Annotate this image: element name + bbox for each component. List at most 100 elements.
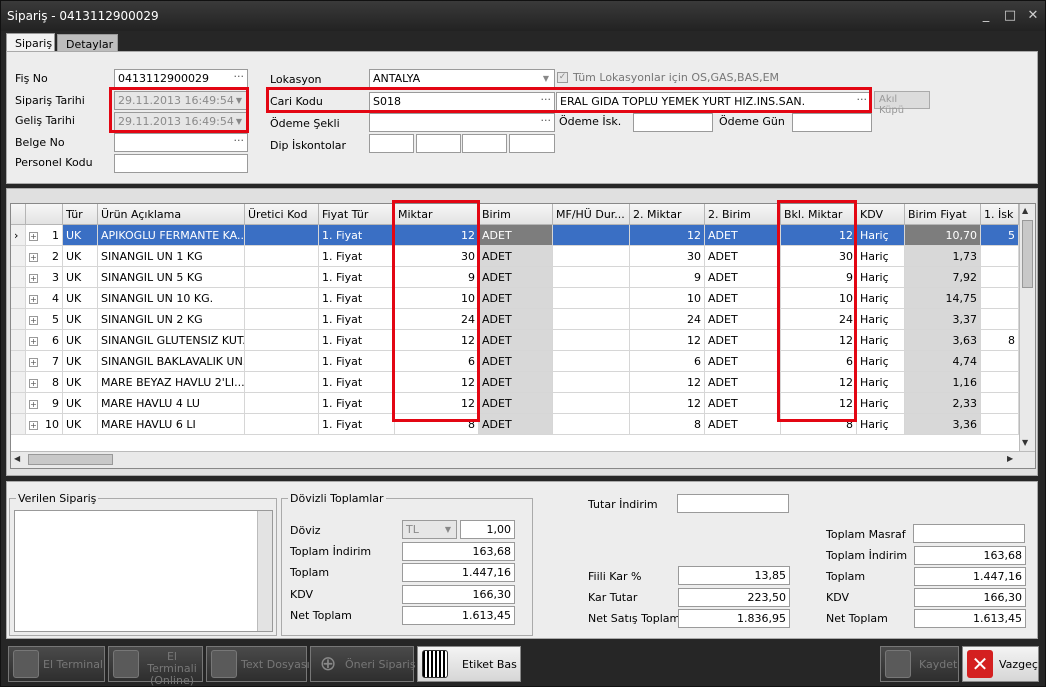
cell-urun[interactable]: SINANGIL GLUTENSIZ KUT... [98, 330, 245, 351]
cell-birim2[interactable]: ADET [705, 351, 781, 372]
row-indicator[interactable] [11, 288, 26, 309]
cell-miktar[interactable]: 12 [395, 225, 479, 246]
cell-mf[interactable] [553, 414, 630, 435]
expand-icon[interactable]: + [29, 358, 38, 367]
fis-no-field[interactable]: 0413112900029 ··· [114, 69, 248, 88]
scroll-thumb-h[interactable] [28, 454, 113, 465]
memo-scrollbar[interactable] [257, 511, 272, 631]
cell-fiyat_tur[interactable]: 1. Fiyat [319, 414, 395, 435]
cell-isk[interactable]: 8 [981, 330, 1019, 351]
cell-bkl[interactable]: 12 [781, 372, 857, 393]
el-terminali-online-button[interactable]: El Terminali (Online) [108, 646, 203, 687]
cell-birim2[interactable]: ADET [705, 330, 781, 351]
scroll-left-icon[interactable]: ◀ [14, 454, 20, 463]
cell-kdv[interactable]: Hariç [857, 246, 905, 267]
cell-miktar[interactable]: 12 [395, 393, 479, 414]
cell-tur[interactable]: UK [63, 246, 98, 267]
cell-birim2[interactable]: ADET [705, 288, 781, 309]
row-indicator[interactable] [11, 393, 26, 414]
dip-isk-4[interactable] [509, 134, 555, 153]
cell-kdv[interactable]: Hariç [857, 372, 905, 393]
col-header[interactable]: 1. İsk [981, 204, 1019, 225]
table-row[interactable]: › +1 UK APIKOGLU FERMANTE KA... 1. Fiyat 12 AD… [11, 225, 1019, 246]
row-number[interactable]: +5 [26, 309, 63, 330]
cell-birim2[interactable]: ADET [705, 225, 781, 246]
cell-uretici[interactable] [245, 225, 319, 246]
siparis-tarihi-field[interactable]: 29.11.2013 16:49:54 ▼ [114, 91, 248, 110]
cell-birim[interactable]: ADET [479, 393, 553, 414]
expand-icon[interactable]: + [29, 337, 38, 346]
cell-miktar2[interactable]: 12 [630, 225, 705, 246]
cell-fiyat[interactable]: 1,16 [905, 372, 981, 393]
cell-bkl[interactable]: 9 [781, 267, 857, 288]
cell-urun[interactable]: MARE BEYAZ HAVLU 2'LI.... [98, 372, 245, 393]
cell-isk[interactable] [981, 246, 1019, 267]
cell-birim2[interactable]: ADET [705, 372, 781, 393]
cell-miktar[interactable]: 8 [395, 414, 479, 435]
cell-kdv[interactable]: Hariç [857, 309, 905, 330]
table-row[interactable]: +10 UK MARE HAVLU 6 LI 1. Fiyat 8 ADET 8 ADET 8 H… [11, 414, 1019, 435]
cell-tur[interactable]: UK [63, 414, 98, 435]
table-row[interactable]: +3 UK SINANGIL UN 5 KG 1. Fiyat 9 ADET 9 ADET 9 H… [11, 267, 1019, 288]
expand-icon[interactable]: + [29, 316, 38, 325]
cell-kdv[interactable]: Hariç [857, 351, 905, 372]
table-row[interactable]: +2 UK SINANGIL UN 1 KG 1. Fiyat 30 ADET 30 ADET… [11, 246, 1019, 267]
vazgec-button[interactable]: ✕ Vazgeç [962, 646, 1039, 682]
cell-bkl[interactable]: 8 [781, 414, 857, 435]
chevron-down-icon[interactable]: ▼ [232, 114, 246, 129]
expand-icon[interactable]: + [29, 421, 38, 430]
cell-mf[interactable] [553, 393, 630, 414]
table-row[interactable]: +4 UK SINANGIL UN 10 KG. 1. Fiyat 10 ADET 10 AD… [11, 288, 1019, 309]
lookup-dots-icon[interactable]: ··· [857, 93, 868, 106]
row-number[interactable]: +1 [26, 225, 63, 246]
cell-urun[interactable]: SINANGIL UN 2 KG [98, 309, 245, 330]
cell-miktar2[interactable]: 24 [630, 309, 705, 330]
col-header[interactable]: 2. Birim [705, 204, 781, 225]
odeme-sekli-field[interactable]: ··· [369, 113, 555, 132]
chevron-down-icon[interactable]: ▼ [441, 522, 455, 537]
row-indicator[interactable] [11, 309, 26, 330]
col-header[interactable]: Fiyat Tür [319, 204, 395, 225]
cell-tur[interactable]: UK [63, 309, 98, 330]
cell-birim[interactable]: ADET [479, 288, 553, 309]
cell-isk[interactable]: 5 [981, 225, 1019, 246]
cell-uretici[interactable] [245, 414, 319, 435]
row-indicator[interactable] [11, 372, 26, 393]
lokasyon-select[interactable]: ANTALYA ▼ [369, 69, 555, 88]
col-header[interactable]: KDV [857, 204, 905, 225]
cell-tur[interactable]: UK [63, 393, 98, 414]
expand-icon[interactable]: + [29, 274, 38, 283]
el-terminali-button[interactable]: El Terminali [8, 646, 106, 682]
cell-bkl[interactable]: 12 [781, 330, 857, 351]
vertical-scrollbar[interactable]: ▲ ▼ [1019, 204, 1035, 451]
cell-bkl[interactable]: 24 [781, 309, 857, 330]
cell-bkl[interactable]: 12 [781, 225, 857, 246]
doviz-rate-field[interactable]: 1,00 [460, 520, 515, 539]
cell-mf[interactable] [553, 267, 630, 288]
col-header[interactable]: Birim [479, 204, 553, 225]
kaydet-button[interactable]: Kaydet [880, 646, 959, 682]
col-header[interactable]: Ürün Açıklama [98, 204, 245, 225]
cell-mf[interactable] [553, 288, 630, 309]
table-row[interactable]: +9 UK MARE HAVLU 4 LU 1. Fiyat 12 ADET 12 ADET 1… [11, 393, 1019, 414]
cell-urun[interactable]: SINANGIL UN 1 KG [98, 246, 245, 267]
cell-bkl[interactable]: 30 [781, 246, 857, 267]
personel-kodu-field[interactable] [114, 154, 248, 173]
row-number[interactable]: +10 [26, 414, 63, 435]
expand-icon[interactable]: + [29, 295, 38, 304]
row-indicator[interactable] [11, 351, 26, 372]
expand-icon[interactable]: + [29, 379, 38, 388]
cell-miktar2[interactable]: 6 [630, 351, 705, 372]
cell-fiyat_tur[interactable]: 1. Fiyat [319, 372, 395, 393]
cell-fiyat_tur[interactable]: 1. Fiyat [319, 267, 395, 288]
cell-bkl[interactable]: 6 [781, 351, 857, 372]
cell-fiyat_tur[interactable]: 1. Fiyat [319, 309, 395, 330]
cell-birim[interactable]: ADET [479, 351, 553, 372]
tab-detaylar[interactable]: Detaylar [57, 34, 118, 51]
cell-birim2[interactable]: ADET [705, 309, 781, 330]
cell-fiyat_tur[interactable]: 1. Fiyat [319, 393, 395, 414]
row-indicator[interactable] [11, 267, 26, 288]
cell-fiyat_tur[interactable]: 1. Fiyat [319, 330, 395, 351]
cell-miktar[interactable]: 30 [395, 246, 479, 267]
col-header[interactable]: Üretici Kod [245, 204, 319, 225]
